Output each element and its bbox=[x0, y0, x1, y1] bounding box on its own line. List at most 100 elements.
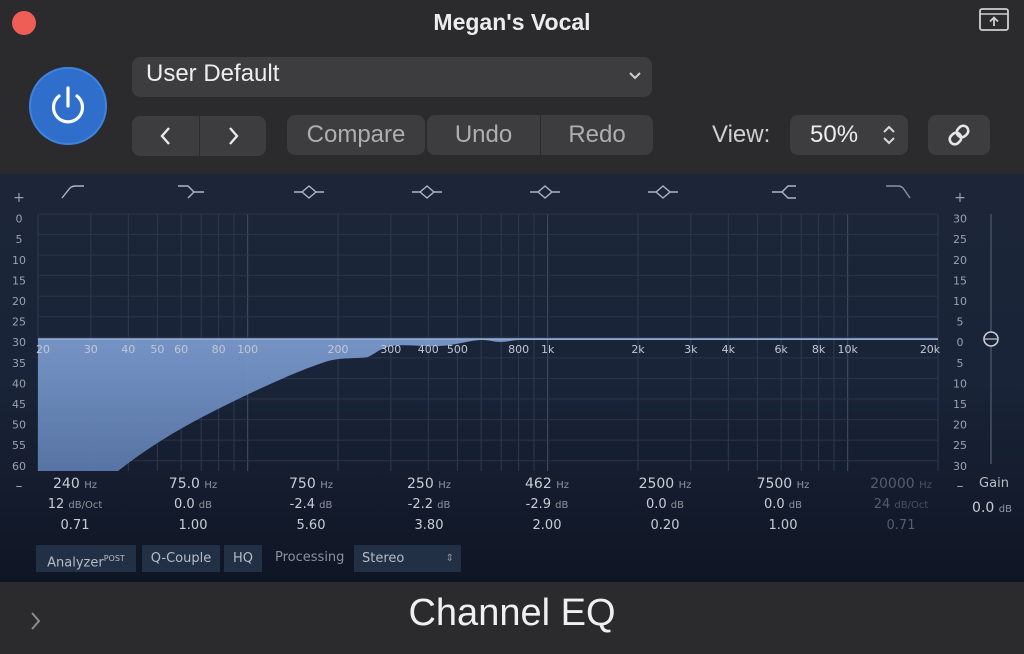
band-frequency[interactable]: 250 Hz bbox=[379, 476, 479, 497]
analyzer-button[interactable]: AnalyzerPOST bbox=[36, 545, 136, 572]
scale-label: 25 bbox=[12, 316, 26, 329]
band-gain-slope[interactable]: 24 dB/Oct bbox=[851, 497, 951, 518]
scale-label: + bbox=[954, 190, 966, 206]
band-frequency-unit: Hz bbox=[556, 480, 569, 491]
band-8-params[interactable]: 20000 Hz 24 dB/Oct 0.71 bbox=[851, 476, 951, 533]
band-frequency-unit: Hz bbox=[796, 480, 810, 491]
band-3-params[interactable]: 750 Hz -2.4 dB 5.60 bbox=[261, 476, 361, 533]
detach-window-icon[interactable] bbox=[978, 7, 1010, 33]
processing-value: Stereo bbox=[362, 551, 405, 566]
scale-label: 20 bbox=[12, 295, 26, 308]
frequency-label: 200 bbox=[328, 343, 349, 356]
band-gain-slope[interactable]: 0.0 dB bbox=[615, 497, 715, 518]
analyzer-mode: POST bbox=[103, 554, 125, 563]
scale-label: 25 bbox=[953, 439, 967, 452]
scale-label: 20 bbox=[953, 254, 967, 267]
link-button[interactable] bbox=[928, 115, 990, 155]
band-gain-slope[interactable]: 12 dB/Oct bbox=[25, 497, 125, 518]
band-1-params[interactable]: 240 Hz 12 dB/Oct 0.71 bbox=[25, 476, 125, 533]
band-gain-slope[interactable]: -2.9 dB bbox=[497, 497, 597, 518]
preset-name: User Default bbox=[146, 60, 280, 87]
band-frequency-unit: Hz bbox=[84, 480, 97, 491]
preset-selector[interactable]: User Default bbox=[132, 57, 652, 97]
band-5-params[interactable]: 462 Hz -2.9 dB 2.00 bbox=[497, 476, 597, 533]
q-couple-button[interactable]: Q-Couple bbox=[142, 545, 220, 572]
band-gain-value: -2.2 bbox=[407, 497, 433, 512]
band-frequency[interactable]: 462 Hz bbox=[497, 476, 597, 497]
band-frequency-value: 250 bbox=[407, 476, 434, 492]
gain-number: 0.0 bbox=[972, 500, 995, 516]
band-q[interactable]: 1.00 bbox=[733, 518, 833, 533]
band-4-params[interactable]: 250 Hz -2.2 dB 3.80 bbox=[379, 476, 479, 533]
window-title: Megan's Vocal bbox=[433, 9, 591, 35]
link-icon bbox=[948, 124, 970, 146]
undo-button[interactable]: Undo bbox=[427, 115, 540, 155]
band-gain-slope[interactable]: -2.4 dB bbox=[261, 497, 361, 518]
band-gain-unit: dB bbox=[319, 500, 333, 511]
frequency-label: 10k bbox=[838, 343, 859, 356]
footer-bar: Channel EQ bbox=[0, 582, 1024, 654]
stepper-updown-icon: ⇕ bbox=[445, 553, 454, 564]
scale-label: 25 bbox=[953, 233, 967, 246]
scale-label: 10 bbox=[953, 295, 967, 308]
chevron-down-icon bbox=[629, 72, 641, 80]
processing-selector[interactable]: Stereo ⇕ bbox=[354, 545, 461, 572]
band-gain-value: 12 bbox=[47, 497, 65, 512]
band-frequency[interactable]: 75.0 Hz bbox=[143, 476, 243, 497]
band-frequency[interactable]: 2500 Hz bbox=[615, 476, 715, 497]
hq-button[interactable]: HQ bbox=[224, 545, 262, 572]
band-q[interactable]: 3.80 bbox=[379, 518, 479, 533]
chevron-right-icon bbox=[229, 127, 239, 145]
band-q[interactable]: 0.20 bbox=[615, 518, 715, 533]
band-6-params[interactable]: 2500 Hz 0.0 dB 0.20 bbox=[615, 476, 715, 533]
band-gain-value: 0.0 bbox=[173, 497, 195, 512]
band-gain-slope[interactable]: 0.0 dB bbox=[143, 497, 243, 518]
view-size-selector[interactable]: 50% bbox=[790, 115, 908, 155]
band-frequency[interactable]: 7500 Hz bbox=[733, 476, 833, 497]
gain-label: Gain bbox=[979, 476, 1009, 491]
analyzer-label: Analyzer bbox=[47, 555, 104, 571]
band-gain-slope[interactable]: 0.0 dB bbox=[733, 497, 833, 518]
band-q[interactable]: 2.00 bbox=[497, 518, 597, 533]
frequency-label: 8k bbox=[812, 343, 826, 356]
frequency-label: 80 bbox=[212, 343, 226, 356]
band-7-params[interactable]: 7500 Hz 0.0 dB 1.00 bbox=[733, 476, 833, 533]
scale-label: – bbox=[957, 478, 964, 494]
band-gain-slope[interactable]: -2.2 dB bbox=[379, 497, 479, 518]
band-q[interactable]: 0.71 bbox=[25, 518, 125, 533]
band-frequency[interactable]: 240 Hz bbox=[25, 476, 125, 497]
band-q[interactable]: 5.60 bbox=[261, 518, 361, 533]
band-gain-value: -2.9 bbox=[525, 497, 551, 512]
scale-label: 30 bbox=[953, 213, 967, 226]
band-frequency-unit: Hz bbox=[204, 480, 218, 491]
band-q[interactable]: 0.71 bbox=[851, 518, 951, 533]
frequency-label: 6k bbox=[774, 343, 788, 356]
band-frequency[interactable]: 750 Hz bbox=[261, 476, 361, 497]
scale-label: 55 bbox=[12, 439, 26, 452]
band-gain-unit: dB bbox=[788, 500, 803, 511]
band-frequency[interactable]: 20000 Hz bbox=[851, 476, 951, 497]
band-2-params[interactable]: 75.0 Hz 0.0 dB 1.00 bbox=[143, 476, 243, 533]
redo-button[interactable]: Redo bbox=[541, 115, 653, 155]
band-gain-unit: dB/Oct bbox=[894, 500, 929, 511]
scale-label: 45 bbox=[12, 398, 26, 411]
band-frequency-value: 7500 bbox=[756, 476, 793, 492]
frequency-label: 2k bbox=[631, 343, 645, 356]
power-button[interactable] bbox=[29, 67, 107, 145]
next-preset-button[interactable] bbox=[200, 116, 266, 156]
band-q[interactable]: 1.00 bbox=[143, 518, 243, 533]
band-gain-unit: dB bbox=[555, 500, 569, 511]
frequency-label: 20k bbox=[920, 343, 941, 356]
processing-label: Processing bbox=[275, 550, 345, 565]
previous-preset-button[interactable] bbox=[132, 116, 199, 156]
eq-graph-panel: 20 30 40 50 60 80 100 200 300 400 500 800 1k 2k 3k 4k 6k… bbox=[0, 174, 1024, 582]
frequency-label: 40 bbox=[121, 343, 135, 356]
frequency-label: 300 bbox=[380, 343, 401, 356]
band-gain-value: -2.4 bbox=[289, 497, 315, 512]
compare-button[interactable]: Compare bbox=[287, 115, 425, 155]
band-gain-unit: dB bbox=[437, 500, 451, 511]
band-frequency-unit: Hz bbox=[678, 480, 692, 491]
gain-value[interactable]: 0.0 dB bbox=[962, 500, 1022, 516]
scale-label: 35 bbox=[12, 357, 26, 370]
gain-slider-handle[interactable] bbox=[983, 331, 999, 347]
